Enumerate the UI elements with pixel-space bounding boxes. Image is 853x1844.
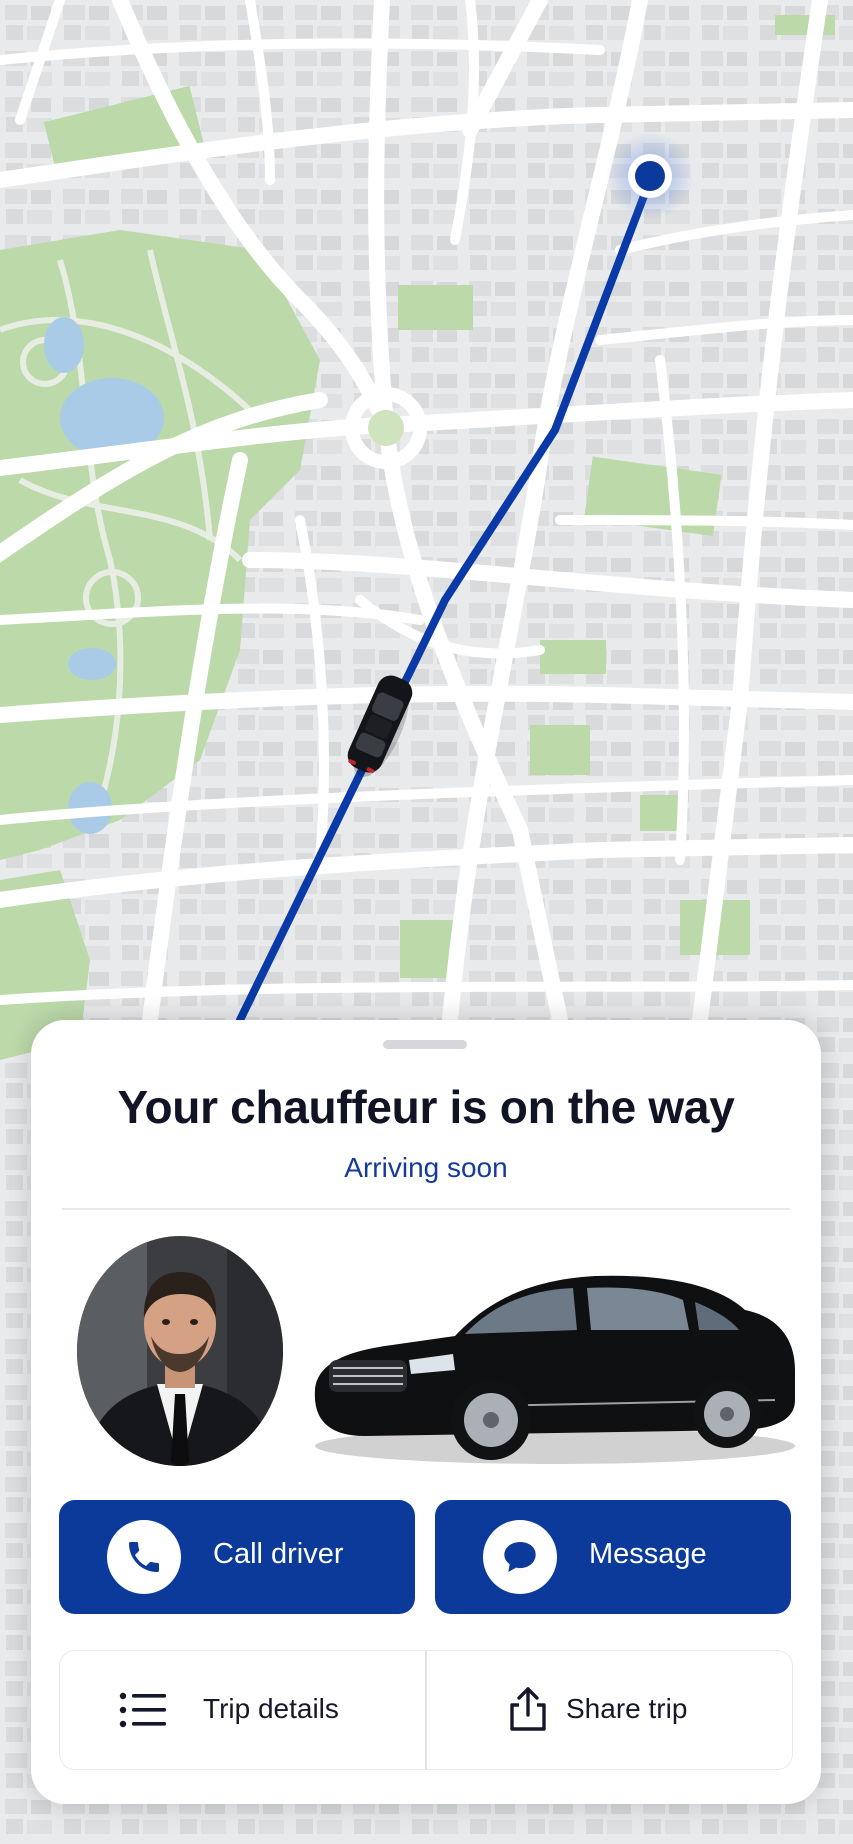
secondary-actions: Trip details Share trip <box>59 1650 793 1770</box>
share-trip-button[interactable]: Share trip <box>427 1651 792 1769</box>
message-button[interactable]: Message <box>435 1500 791 1614</box>
call-driver-label: Call driver <box>213 1538 344 1570</box>
driver-avatar <box>77 1236 283 1466</box>
trip-details-button[interactable]: Trip details <box>60 1651 425 1769</box>
app-screen: Your chauffeur is on the way Arriving so… <box>0 0 853 1844</box>
list-icon <box>119 1692 166 1728</box>
share-trip-label: Share trip <box>566 1693 688 1724</box>
call-driver-button[interactable]: Call driver <box>59 1500 415 1614</box>
message-icon-badge <box>483 1520 557 1594</box>
trip-details-label: Trip details <box>203 1693 339 1724</box>
destination-pin <box>606 132 694 220</box>
arrival-status: Arriving soon <box>344 1152 508 1183</box>
driver-sheet: Your chauffeur is on the way Arriving so… <box>31 1020 821 1804</box>
sheet-title: Your chauffeur is on the way <box>117 1081 735 1133</box>
message-label: Message <box>589 1538 707 1570</box>
vehicle-image <box>314 1275 795 1464</box>
chat-bubble-icon <box>504 1542 536 1572</box>
share-icon <box>510 1687 546 1731</box>
call-icon-badge <box>107 1520 181 1594</box>
sheet-drag-handle[interactable] <box>383 1040 467 1049</box>
phone-icon <box>129 1542 159 1572</box>
divider <box>62 1208 790 1210</box>
